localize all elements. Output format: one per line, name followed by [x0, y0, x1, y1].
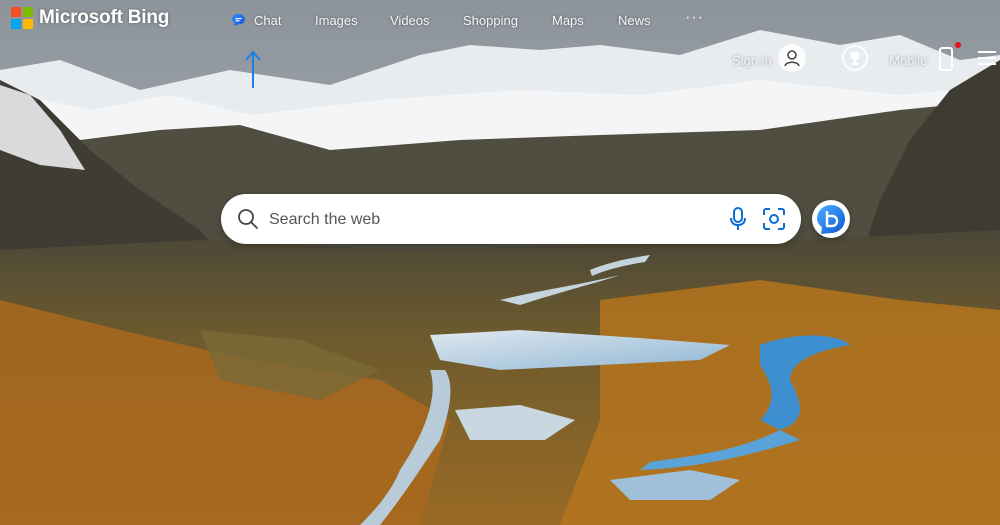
nav-maps[interactable]: Maps	[552, 13, 584, 28]
nav-shopping[interactable]: Shopping	[463, 13, 518, 28]
avatar[interactable]	[778, 44, 806, 72]
visual-search-icon[interactable]	[762, 207, 786, 231]
trophy-icon	[851, 52, 859, 65]
chat-bubble-icon[interactable]	[231, 13, 246, 27]
signin-link[interactable]: Sign in	[732, 53, 772, 68]
bing-logo[interactable]: Microsoft Bing	[11, 7, 169, 29]
person-icon	[784, 50, 800, 67]
search-input[interactable]	[267, 204, 711, 236]
brand-name: Microsoft Bing	[39, 7, 170, 28]
phone-icon[interactable]	[939, 47, 953, 71]
notification-dot	[955, 42, 961, 48]
rewards-button[interactable]	[842, 45, 868, 71]
search-box	[221, 194, 801, 244]
nav-news[interactable]: News	[618, 13, 651, 28]
copilot-button[interactable]	[812, 200, 850, 238]
nav-chat[interactable]: Chat	[254, 13, 281, 28]
microphone-icon[interactable]	[728, 206, 748, 232]
search-icon	[238, 209, 258, 229]
background-image	[0, 0, 1000, 525]
copilot-b-icon	[817, 205, 845, 234]
nav-images[interactable]: Images	[315, 13, 358, 28]
more-menu-button[interactable]: ···	[685, 9, 704, 27]
mobile-link[interactable]: Mobile	[889, 53, 927, 68]
nav-videos[interactable]: Videos	[390, 13, 430, 28]
microsoft-logo-icon	[11, 7, 33, 29]
hamburger-icon[interactable]	[978, 51, 996, 65]
arrow-up-icon	[245, 50, 261, 88]
